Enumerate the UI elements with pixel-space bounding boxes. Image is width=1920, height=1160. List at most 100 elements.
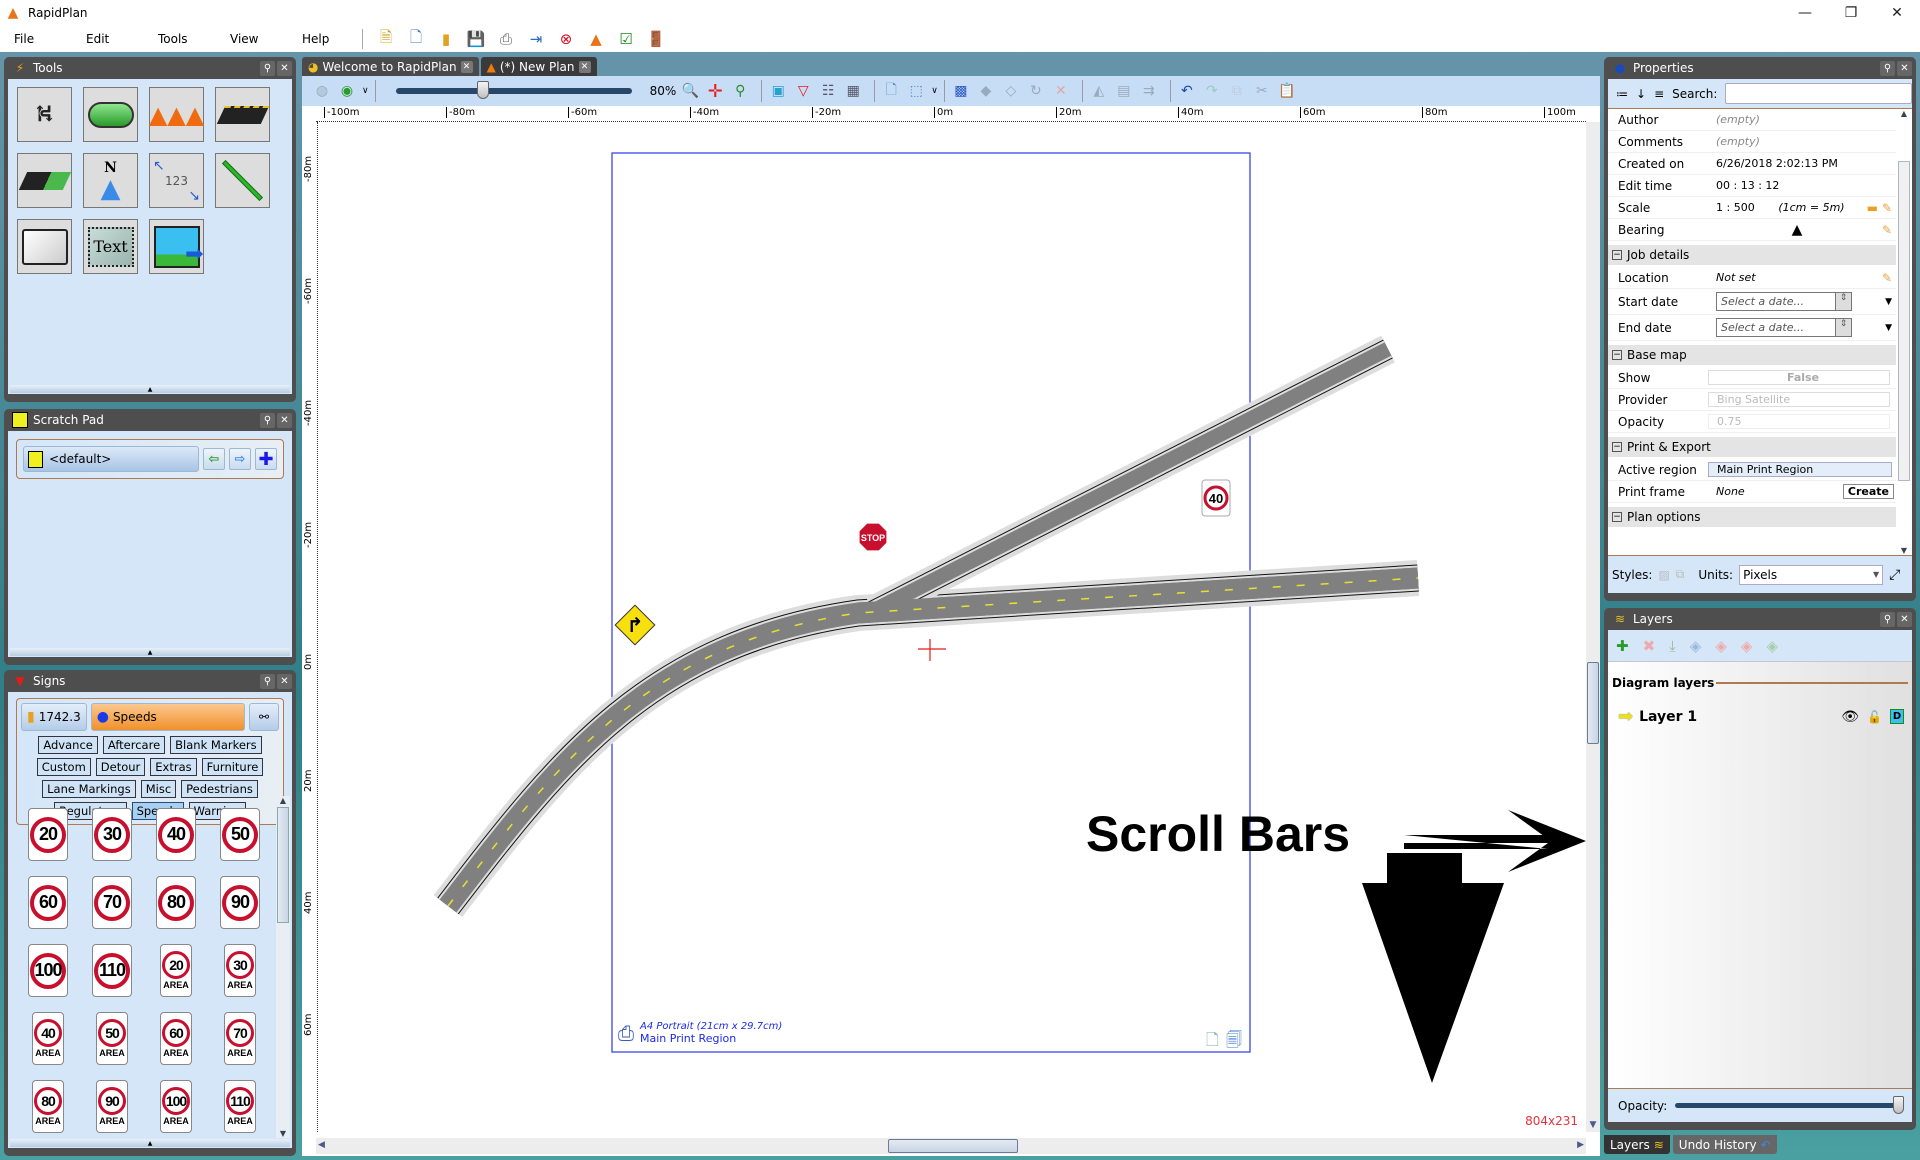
speed-sign-90[interactable]: 90 xyxy=(220,876,260,929)
tab-layers[interactable]: Layers ≋ xyxy=(1604,1135,1670,1154)
paste-icon[interactable]: 📋 xyxy=(1277,81,1297,101)
image-tool[interactable]: ➡ xyxy=(149,219,204,274)
property-value[interactable]: (empty) xyxy=(1708,113,1896,126)
vertical-scroll-thumb[interactable] xyxy=(1587,662,1599,744)
close-icon[interactable]: ✕ xyxy=(277,673,292,689)
visibility-eye-icon[interactable]: 👁 xyxy=(1841,709,1859,725)
print-preview-icon[interactable]: 🗐 xyxy=(1226,1029,1242,1056)
speed-sign-20-area[interactable]: 20 AREA xyxy=(160,944,192,997)
sign-category-aftercare[interactable]: Aftercare xyxy=(102,736,166,754)
new-from-template-icon[interactable]: 🗎 xyxy=(375,28,397,50)
scroll-right-icon[interactable]: ▶ xyxy=(1577,1140,1584,1150)
provider-select[interactable]: Bing Satellite xyxy=(1708,392,1890,407)
compass-icon[interactable]: ⚲ xyxy=(730,81,750,101)
opacity-slider-thumb[interactable] xyxy=(1893,1096,1905,1114)
pin-icon[interactable]: ⚲ xyxy=(1880,611,1895,627)
table-icon[interactable]: ▦ xyxy=(843,81,863,101)
speed-sign-60-area[interactable]: 60 AREA xyxy=(160,1012,192,1065)
pin-icon[interactable]: ⚲ xyxy=(260,60,275,76)
layer-blue-icon[interactable]: ◈ xyxy=(1690,637,1702,655)
collapse-icon[interactable]: − xyxy=(1612,350,1622,360)
sign-standard-button[interactable]: ▮ 1742.3 xyxy=(21,703,87,731)
chevron-down-icon[interactable]: ∨ xyxy=(362,86,369,96)
section-plan-options[interactable]: − Plan options xyxy=(1608,507,1896,527)
pin-icon[interactable]: ⚲ xyxy=(1880,60,1895,76)
line-tool[interactable] xyxy=(215,153,270,208)
layer-opacity-slider[interactable] xyxy=(1675,1096,1905,1114)
menu-edit[interactable]: Edit xyxy=(72,32,144,46)
close-button[interactable]: ✕ xyxy=(1874,0,1920,26)
collapse-icon[interactable]: − xyxy=(1612,442,1622,452)
spinner-icon[interactable]: ⇕ xyxy=(1835,319,1851,336)
property-value[interactable]: (empty) xyxy=(1708,135,1896,148)
save-icon[interactable]: 💾 xyxy=(465,28,487,50)
collapse-icon[interactable]: − xyxy=(1612,512,1622,522)
speed-sign-20[interactable]: 20 xyxy=(28,808,68,861)
speed-sign-60[interactable]: 60 xyxy=(28,876,68,929)
scroll-down-icon[interactable]: ▼ xyxy=(1586,1120,1600,1130)
pin-icon[interactable]: ⚲ xyxy=(260,673,275,689)
legend-icon[interactable]: ☷ xyxy=(818,81,838,101)
restore-button[interactable]: ❐ xyxy=(1828,0,1874,26)
chevron-down-icon[interactable]: ▼ xyxy=(1885,323,1892,333)
tab-welcome[interactable]: ◕ Welcome to RapidPlan ✕ xyxy=(302,57,479,76)
section-base-map[interactable]: − Base map xyxy=(1608,345,1896,365)
close-tab-icon[interactable]: ✕ xyxy=(578,60,591,73)
merge-layer-icon[interactable]: ⤓ xyxy=(1669,637,1676,655)
page-setup-icon[interactable]: 🗋 xyxy=(1206,1029,1219,1056)
flip-icon[interactable]: ◭ xyxy=(1089,81,1109,101)
pin-icon[interactable]: ⚲ xyxy=(260,412,275,428)
speed-sign-70-area[interactable]: 70 AREA xyxy=(224,1012,256,1065)
speed-sign-80-area[interactable]: 80 AREA xyxy=(32,1080,64,1133)
zoom-slider-thumb[interactable] xyxy=(476,81,489,99)
zoom-slider[interactable] xyxy=(395,81,632,99)
edit-pencil-icon[interactable]: ✎ xyxy=(1882,201,1892,215)
open-icon[interactable]: ▮ xyxy=(435,28,457,50)
menu-help[interactable]: Help xyxy=(288,32,360,46)
delete-icon[interactable]: ✕ xyxy=(1051,81,1071,101)
show-basemap-toggle[interactable]: False xyxy=(1708,370,1890,385)
property-value[interactable]: ▲ xyxy=(1708,222,1878,238)
start-date-picker[interactable]: Select a date... ⇕ xyxy=(1716,292,1852,311)
print-region-icon[interactable]: ⬚ xyxy=(906,81,926,101)
speed-sign-110[interactable]: 110 xyxy=(92,944,132,997)
plan-canvas[interactable]: ↱ STOP 40 Scroll Bars ⎙ A4 Portrait (21c… xyxy=(318,123,1586,1132)
new-document-icon[interactable]: 🗋 xyxy=(405,28,427,50)
rectangle-tool[interactable] xyxy=(17,219,72,274)
list-icon[interactable]: ≡ xyxy=(1654,87,1664,101)
property-value[interactable]: 1 : 500 xyxy=(1708,201,1778,214)
sign-category-detour[interactable]: Detour xyxy=(95,758,146,776)
lane-tool[interactable] xyxy=(17,153,72,208)
exit-door-icon[interactable]: 🚪 xyxy=(645,28,667,50)
speed-sign-100[interactable]: 100 xyxy=(28,944,68,997)
horizontal-scroll-thumb[interactable] xyxy=(888,1139,1018,1153)
properties-scrollbar[interactable]: ▲ ▼ xyxy=(1897,109,1911,555)
plan-drawing[interactable]: ↱ STOP 40 Scroll Bars xyxy=(318,123,1586,1132)
sign-category-blank-markers[interactable]: Blank Markers xyxy=(170,736,262,754)
property-value[interactable]: 00 : 13 : 12 xyxy=(1708,179,1896,192)
properties-search-input[interactable] xyxy=(1725,83,1912,104)
chevron-down-icon[interactable]: ▼ xyxy=(1885,297,1892,307)
speed-sign-80[interactable]: 80 xyxy=(156,876,196,929)
collapse-handle[interactable]: ▲ xyxy=(10,385,290,393)
rotate-icon[interactable]: ↻ xyxy=(1026,81,1046,101)
shape-tool[interactable] xyxy=(83,87,138,142)
menu-tools[interactable]: Tools xyxy=(144,32,216,46)
speed-sign-100-area[interactable]: 100 AREA xyxy=(160,1080,192,1133)
location-value[interactable]: Not set xyxy=(1708,271,1882,284)
signs-icon[interactable]: ▽ xyxy=(793,81,813,101)
speed-sign-40-area[interactable]: 40 AREA xyxy=(32,1012,64,1065)
layer-name[interactable]: Layer 1 xyxy=(1639,709,1697,725)
collapse-handle[interactable]: ▲ xyxy=(10,1139,290,1147)
copy-icon[interactable]: ⧉ xyxy=(1227,81,1247,101)
close-icon[interactable]: ✕ xyxy=(1897,60,1912,76)
bring-forward-icon[interactable]: ◆ xyxy=(976,81,996,101)
spinner-icon[interactable]: ⇕ xyxy=(1835,293,1851,310)
signs-scrollbar[interactable]: ▲ ▼ xyxy=(276,796,290,1138)
speed-sign-50-area[interactable]: 50 AREA xyxy=(96,1012,128,1065)
background-image-icon[interactable]: ▣ xyxy=(768,81,788,101)
cut-icon[interactable]: ✂ xyxy=(1252,81,1272,101)
layer-type-icon[interactable]: D xyxy=(1890,709,1904,724)
cones-tool[interactable]: ▲▲▲ xyxy=(149,87,204,142)
next-button[interactable]: ⇨ xyxy=(229,448,251,470)
